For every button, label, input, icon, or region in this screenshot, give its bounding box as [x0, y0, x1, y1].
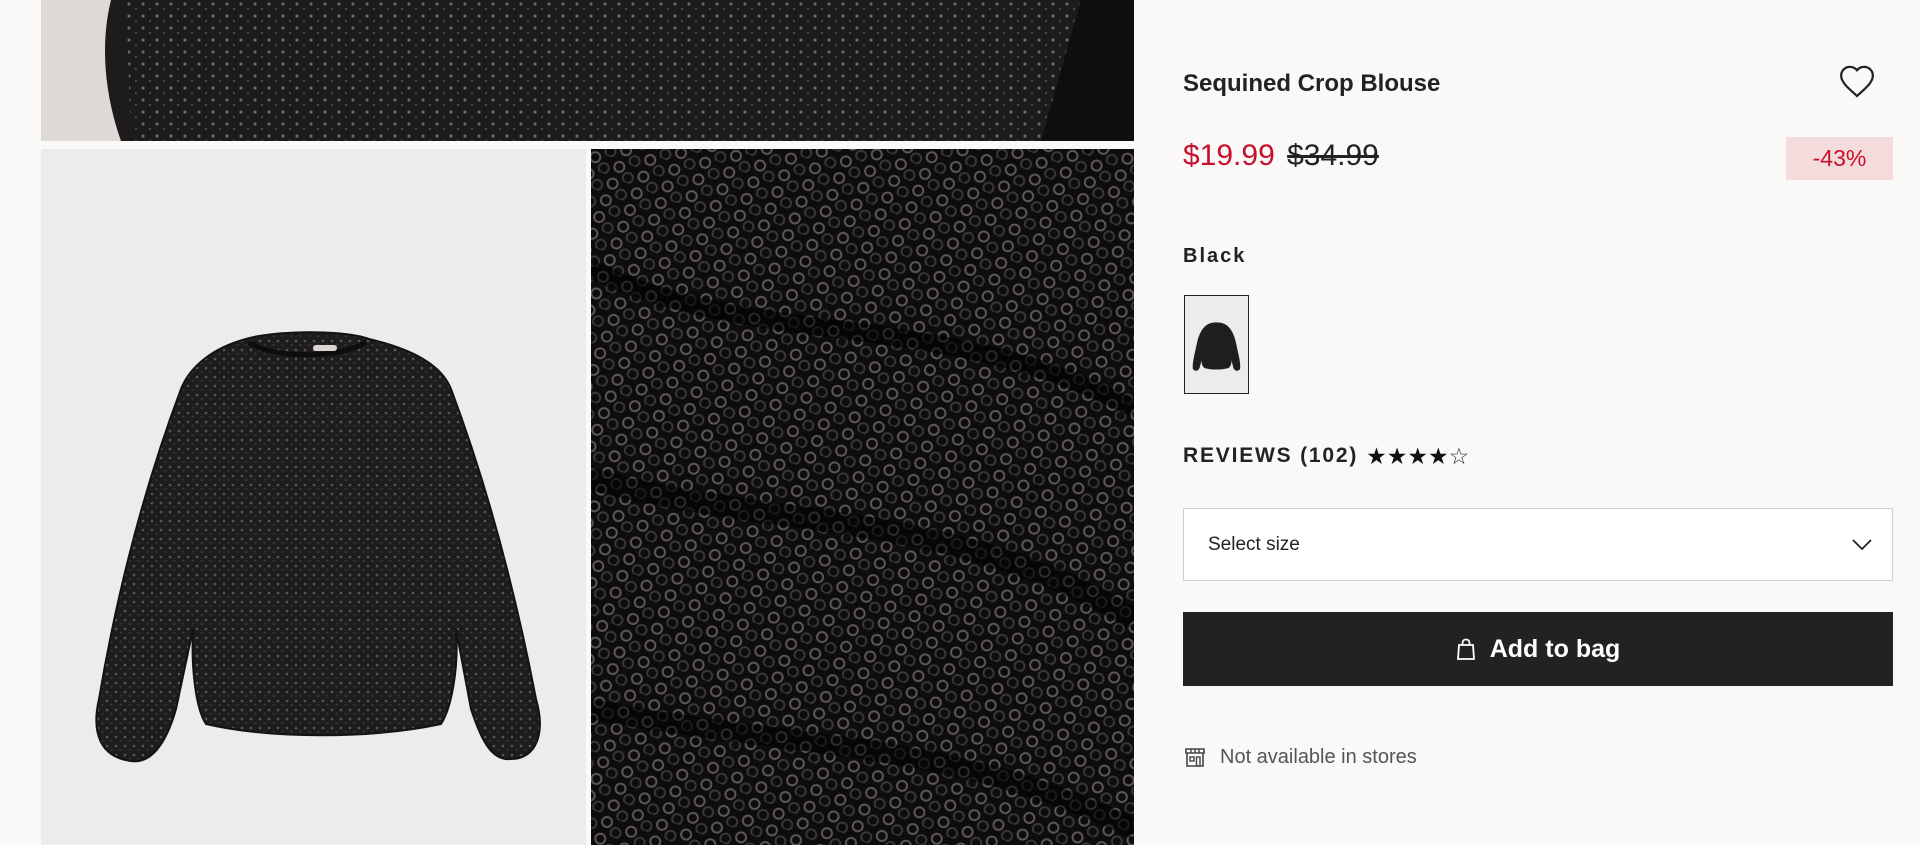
product-image-front[interactable] [41, 149, 586, 845]
shopping-bag-icon [1456, 638, 1475, 660]
original-price: $34.99 [1287, 139, 1379, 172]
star-rating: ★ ★ ★ ★ ☆ [1366, 442, 1470, 469]
reviews-label: REVIEWS (102) [1183, 444, 1359, 467]
product-title: Sequined Crop Blouse [1183, 70, 1441, 97]
reviews-link[interactable]: REVIEWS (102) ★ ★ ★ ★ ☆ [1183, 444, 1469, 468]
star-empty-icon: ☆ [1448, 442, 1470, 469]
star-filled-icon: ★ [1366, 442, 1387, 469]
add-to-bag-label: Add to bag [1489, 634, 1621, 663]
size-select[interactable]: Select size [1183, 508, 1893, 581]
star-filled-icon: ★ [1427, 442, 1449, 469]
discount-badge: -43% [1786, 137, 1893, 180]
add-to-bag-button[interactable]: Add to bag [1183, 612, 1893, 686]
heart-outline-icon [1840, 65, 1874, 98]
star-filled-icon: ★ [1407, 442, 1428, 469]
color-swatch-black[interactable] [1184, 295, 1249, 394]
store-availability: Not available in stores [1183, 745, 1417, 769]
size-select-label: Select size [1208, 533, 1300, 555]
price: $19.99 $34.99 [1183, 139, 1379, 173]
product-details-panel: Sequined Crop Blouse $19.99 $34.99 -43% … [1183, 0, 1893, 845]
store-icon [1185, 748, 1205, 767]
chevron-down-icon [1852, 538, 1872, 550]
favorite-button[interactable] [1836, 60, 1878, 102]
store-availability-text: Not available in stores [1220, 745, 1417, 768]
product-image-model-closeup[interactable] [41, 0, 1134, 141]
product-gallery [0, 0, 1134, 845]
sale-price: $19.99 [1183, 139, 1275, 172]
product-image-fabric-detail[interactable] [591, 149, 1134, 845]
color-name: Black [1183, 245, 1247, 267]
star-filled-icon: ★ [1386, 442, 1408, 469]
